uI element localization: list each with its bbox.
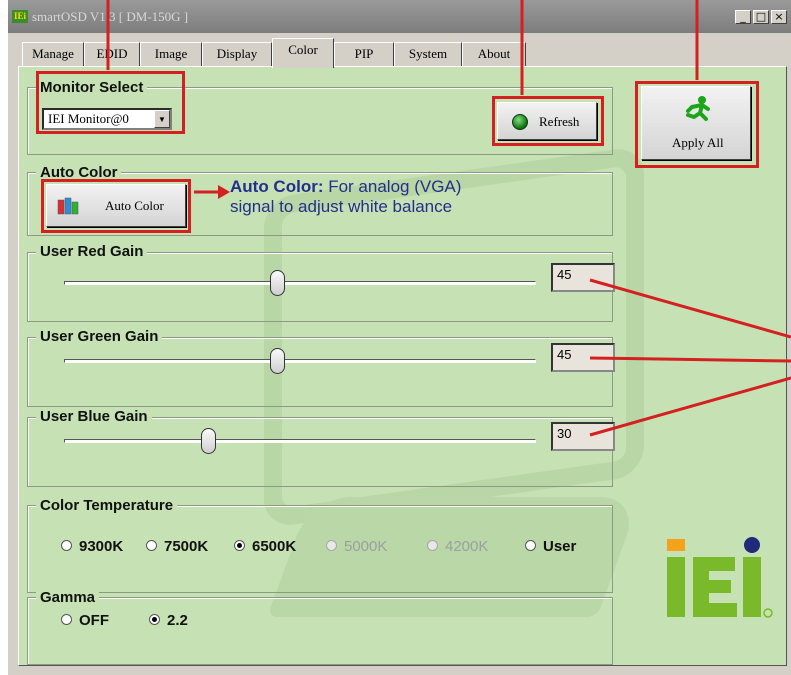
green-gain-pointer xyxy=(589,356,791,363)
auto-color-arrowhead xyxy=(218,185,230,199)
red-gain-pointer xyxy=(589,278,791,339)
callout-lines xyxy=(106,0,791,437)
blue-gain-pointer xyxy=(589,376,791,437)
tab-color[interactable]: Color xyxy=(272,38,334,68)
